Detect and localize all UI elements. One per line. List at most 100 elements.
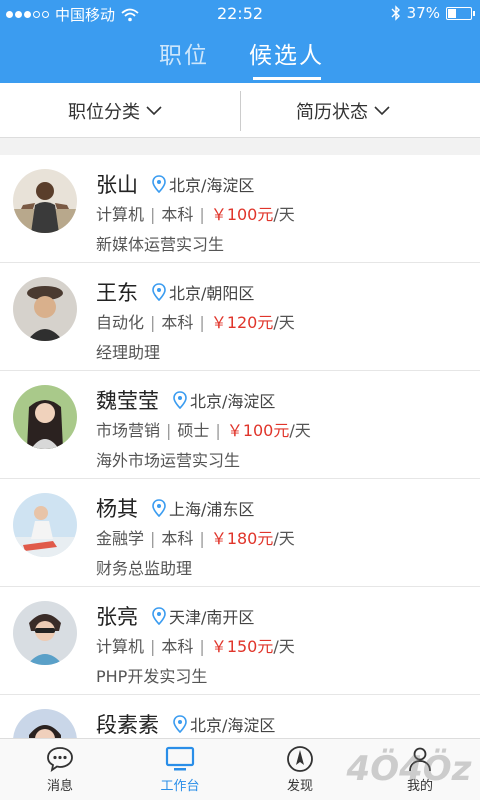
separator: |	[199, 637, 205, 656]
salary-unit: /天	[289, 421, 311, 440]
candidate-degree: 硕士	[177, 421, 210, 440]
location-text: 北京/海淀区	[169, 176, 255, 195]
info-line: 计算机 | 本科 | ￥150元/天	[96, 633, 295, 657]
candidate-job: PHP开发实习生	[96, 667, 208, 686]
name-line: 段素素 北京/海淀区	[96, 709, 275, 738]
candidate-card[interactable]: 王东 北京/朝阳区 自动化 | 本科 | ￥120元/天 经理助理	[0, 263, 480, 371]
candidate-salary: ￥120元	[210, 313, 274, 332]
status-right: 37%	[391, 4, 475, 22]
tab-active-indicator	[253, 77, 321, 80]
info-line: 市场营销 | 硕士 | ￥100元/天	[96, 417, 311, 441]
candidate-degree: 本科	[161, 529, 194, 548]
battery-percent: 37%	[406, 4, 440, 22]
separator: |	[199, 529, 205, 548]
candidate-card[interactable]: 魏莹莹 北京/海淀区 市场营销 | 硕士 | ￥100元/天 海外市场运营实习生	[0, 371, 480, 479]
candidate-location: 北京/海淀区	[173, 712, 275, 736]
separator: |	[166, 421, 172, 440]
salary-unit: /天	[273, 637, 295, 656]
location-pin-icon	[152, 175, 166, 193]
separator: |	[199, 313, 205, 332]
tab-positions[interactable]: 职位	[159, 36, 209, 70]
name-line: 张山 北京/海淀区	[96, 169, 254, 199]
chevron-down-icon	[374, 105, 390, 115]
avatar	[13, 385, 77, 449]
candidate-degree: 本科	[161, 313, 194, 332]
avatar	[13, 277, 77, 341]
candidate-location: 上海/浦东区	[152, 496, 254, 520]
candidate-major: 自动化	[96, 313, 145, 332]
candidate-name: 魏莹莹	[96, 389, 159, 413]
salary-unit: /天	[273, 529, 295, 548]
location-text: 北京/海淀区	[190, 392, 276, 411]
candidate-name: 杨其	[96, 497, 138, 521]
tab-candidates[interactable]: 候选人	[249, 36, 324, 70]
location-text: 北京/朝阳区	[169, 284, 255, 303]
avatar	[13, 493, 77, 557]
name-line: 魏莹莹 北京/海淀区	[96, 385, 275, 415]
candidate-card[interactable]: 杨其 上海/浦东区 金融学 | 本科 | ￥180元/天 财务总监助理	[0, 479, 480, 587]
candidate-card[interactable]: 张山 北京/海淀区 计算机 | 本科 | ￥100元/天 新媒体运营实习生	[0, 155, 480, 263]
candidate-salary: ￥100元	[210, 205, 274, 224]
location-text: 上海/浦东区	[169, 500, 255, 519]
candidate-major: 金融学	[96, 529, 145, 548]
chevron-down-icon	[146, 105, 162, 115]
filter-resume-status-label: 简历状态	[296, 101, 368, 123]
candidate-card[interactable]: 张亮 天津/南开区 计算机 | 本科 | ￥150元/天 PHP开发实习生	[0, 587, 480, 695]
candidate-salary: ￥180元	[210, 529, 274, 548]
candidate-job: 海外市场运营实习生	[96, 451, 241, 470]
location-pin-icon	[173, 715, 187, 733]
candidate-job: 新媒体运营实习生	[96, 235, 225, 254]
candidate-major: 计算机	[96, 205, 145, 224]
location-pin-icon	[152, 607, 166, 625]
candidate-list: 张山 北京/海淀区 计算机 | 本科 | ￥100元/天 新媒体运营实习生 王东…	[0, 155, 480, 738]
app-header: 中国移动 22:52 37% 职位 候选人	[0, 0, 480, 83]
salary-unit: /天	[273, 205, 295, 224]
location-pin-icon	[152, 499, 166, 517]
top-tabs: 职位 候选人	[0, 36, 480, 80]
candidate-salary: ￥150元	[210, 637, 274, 656]
filter-position-category-label: 职位分类	[68, 101, 140, 123]
salary-unit: /天	[273, 313, 295, 332]
separator: |	[199, 205, 205, 224]
filter-divider	[240, 91, 241, 131]
nav-item-messages[interactable]: 消息	[0, 743, 120, 799]
separator: |	[150, 637, 156, 656]
location-text: 天津/南开区	[169, 608, 255, 627]
info-line: 自动化 | 本科 | ￥120元/天	[96, 309, 295, 333]
battery-level	[448, 8, 456, 18]
candidate-name: 张亮	[96, 605, 138, 629]
nav-label: 消息	[46, 779, 73, 794]
monitor-icon	[165, 746, 195, 771]
separator: |	[150, 205, 156, 224]
filter-position-category[interactable]: 职位分类	[68, 83, 162, 138]
filter-bar: 职位分类 简历状态	[0, 83, 480, 138]
candidate-location: 北京/海淀区	[152, 172, 254, 196]
candidate-location: 北京/朝阳区	[152, 280, 254, 304]
name-line: 张亮 天津/南开区	[96, 601, 254, 631]
info-line: 计算机 | 本科 | ￥100元/天	[96, 201, 295, 225]
message-icon	[47, 747, 73, 773]
filter-resume-status[interactable]: 简历状态	[296, 83, 390, 138]
candidate-major: 计算机	[96, 637, 145, 656]
name-line: 王东 北京/朝阳区	[96, 277, 254, 307]
candidate-degree: 本科	[161, 637, 194, 656]
nav-item-workbench[interactable]: 工作台	[120, 743, 240, 799]
candidate-salary: ￥100元	[226, 421, 290, 440]
nav-item-discover[interactable]: 发现	[240, 743, 360, 799]
separator: |	[150, 313, 156, 332]
location-pin-icon	[173, 391, 187, 409]
bluetooth-icon	[391, 5, 400, 21]
location-text: 北京/海淀区	[190, 716, 276, 735]
candidate-name: 王东	[96, 281, 138, 305]
site-watermark: 4Ö4Öz	[346, 749, 472, 789]
separator: |	[150, 529, 156, 548]
candidate-location: 天津/南开区	[152, 604, 254, 628]
candidate-location: 北京/海淀区	[173, 388, 275, 412]
candidate-card[interactable]: 段素素 北京/海淀区	[0, 695, 480, 738]
nav-label: 工作台	[160, 779, 200, 794]
avatar	[13, 709, 77, 738]
avatar	[13, 169, 77, 233]
candidate-job: 经理助理	[96, 343, 161, 362]
candidate-job: 财务总监助理	[96, 559, 193, 578]
info-line: 金融学 | 本科 | ￥180元/天	[96, 525, 295, 549]
